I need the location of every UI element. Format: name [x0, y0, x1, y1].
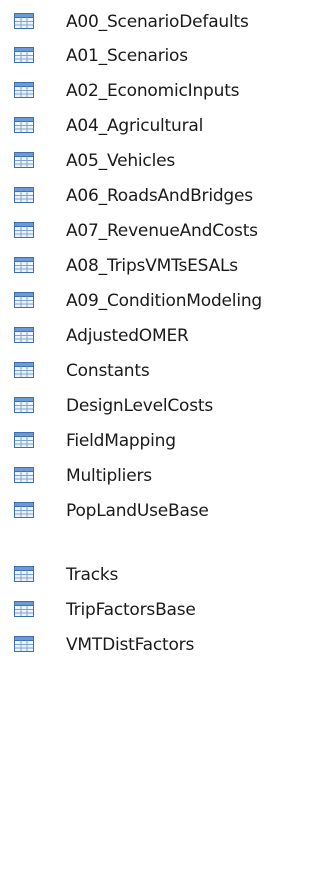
table-item-label: A02_EconomicInputs — [66, 81, 240, 101]
table-icon — [14, 397, 34, 413]
table-item-vmtdistfactors[interactable]: VMTDistFactors — [0, 628, 321, 662]
table-item-label: VMTDistFactors — [66, 635, 195, 655]
table-icon — [14, 222, 34, 238]
table-icon — [14, 292, 34, 308]
table-item-a01-scenarios[interactable]: A01_Scenarios — [0, 39, 321, 73]
table-item-tripfactorsbase[interactable]: TripFactorsBase — [0, 593, 321, 627]
table-icon — [14, 47, 34, 63]
table-item-label: A01_Scenarios — [66, 46, 188, 66]
table-item-label: Multipliers — [66, 466, 152, 486]
table-item-a07-revenueandcosts[interactable]: A07_RevenueAndCosts — [0, 214, 321, 248]
table-item-label: A05_Vehicles — [66, 151, 176, 171]
table-list: A00_ScenarioDefaults A01_Scenarios A02_Eco… — [0, 0, 321, 890]
table-icon — [14, 502, 34, 518]
table-item-label: A07_RevenueAndCosts — [66, 221, 258, 241]
table-item-label: TripFactorsBase — [66, 600, 196, 620]
table-icon — [14, 362, 34, 378]
table-item-label: Constants — [66, 361, 150, 381]
table-item-fieldmapping[interactable]: FieldMapping — [0, 424, 321, 458]
table-item-constants[interactable]: Constants — [0, 354, 321, 388]
table-item-label: FieldMapping — [66, 431, 176, 451]
table-icon — [14, 432, 34, 448]
table-item-a09-conditionmodeling[interactable]: A09_ConditionModeling — [0, 284, 321, 318]
table-item-label: Tracks — [66, 565, 119, 585]
table-item-a00-scenariodefaults[interactable]: A00_ScenarioDefaults — [0, 5, 321, 39]
table-item-multipliers[interactable]: Multipliers — [0, 459, 321, 493]
table-item-a08-tripsvmtsesals[interactable]: A08_TripsVMTsESALs — [0, 249, 321, 283]
table-item-label: A06_RoadsAndBridges — [66, 186, 253, 206]
table-item-a02-economicinputs[interactable]: A02_EconomicInputs — [0, 74, 321, 108]
table-item-designlevelcosts[interactable]: DesignLevelCosts — [0, 389, 321, 423]
table-item-adjustedomer[interactable]: AdjustedOMER — [0, 319, 321, 353]
table-item-a04-agricultural[interactable]: A04_Agricultural — [0, 109, 321, 143]
table-icon — [14, 566, 34, 582]
table-icon — [14, 636, 34, 652]
table-icon — [14, 257, 34, 273]
table-item-label: A04_Agricultural — [66, 116, 204, 136]
table-icon — [14, 187, 34, 203]
table-icon — [14, 327, 34, 343]
table-item-label: DesignLevelCosts — [66, 396, 214, 416]
table-item-label: A00_ScenarioDefaults — [66, 12, 249, 32]
table-icon — [14, 152, 34, 168]
table-item-label: PopLandUseBase — [66, 501, 209, 521]
table-icon — [14, 601, 34, 617]
table-item-label: AdjustedOMER — [66, 326, 189, 346]
table-item-label: A08_TripsVMTsESALs — [66, 256, 238, 276]
table-item-a05-vehicles[interactable]: A05_Vehicles — [0, 144, 321, 178]
table-icon — [14, 82, 34, 98]
table-icon — [14, 13, 34, 29]
table-icon — [14, 467, 34, 483]
table-item-tracks[interactable]: Tracks — [0, 558, 321, 592]
table-item-a06-roadsandbridges[interactable]: A06_RoadsAndBridges — [0, 179, 321, 213]
table-item-poplandusebase[interactable]: PopLandUseBase — [0, 494, 321, 528]
table-item-label: A09_ConditionModeling — [66, 291, 263, 311]
table-icon — [14, 117, 34, 133]
